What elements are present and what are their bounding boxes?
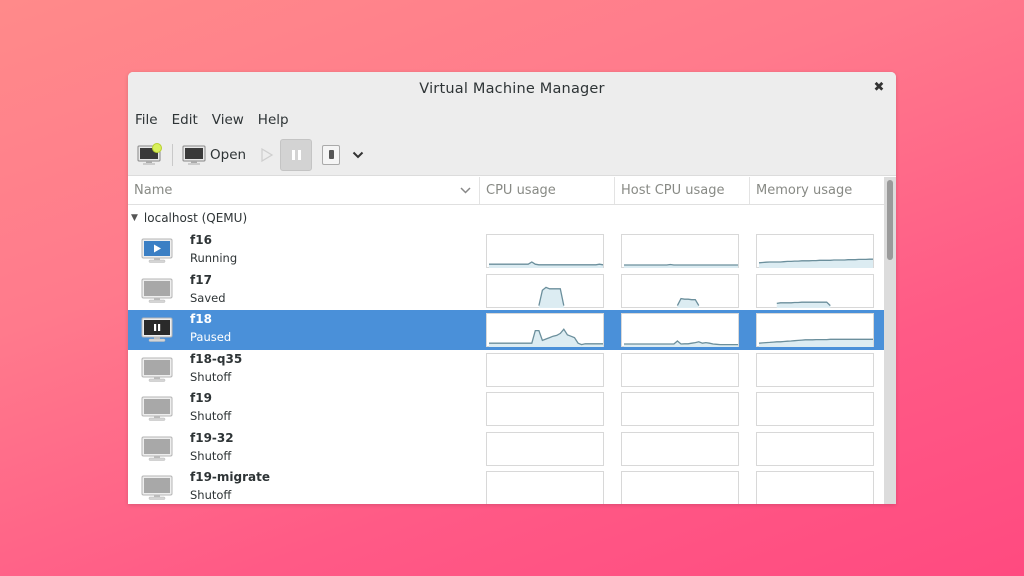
vm-status: Shutoff xyxy=(190,488,232,502)
window-title: Virtual Machine Manager xyxy=(419,81,605,97)
host-cpu-usage-graph xyxy=(621,273,739,308)
vm-row-f18-q35[interactable]: f18-q35 Shutoff xyxy=(128,350,884,390)
memory-usage-graph xyxy=(756,234,874,268)
menu-help[interactable]: Help xyxy=(258,112,289,128)
column-memory-label: Memory usage xyxy=(756,183,853,198)
memory-usage-graph xyxy=(756,273,874,308)
column-header-name[interactable]: Name xyxy=(128,177,479,204)
vm-name: f17 xyxy=(190,272,212,287)
column-header-cpu[interactable]: CPU usage xyxy=(479,177,614,204)
monitor-icon xyxy=(182,145,206,165)
vm-shutoff-monitor-icon xyxy=(141,357,173,383)
cpu-usage-graph xyxy=(486,392,604,426)
shutdown-icon xyxy=(328,150,334,159)
shutdown-button[interactable] xyxy=(322,144,341,165)
vm-status: Shutoff xyxy=(190,448,232,463)
vm-list: Name CPU usage Host CPU usage Memory usa… xyxy=(128,177,896,504)
close-icon[interactable]: ✖ xyxy=(872,81,886,95)
scrollbar-thumb[interactable] xyxy=(887,180,893,260)
cpu-usage-graph xyxy=(486,471,604,504)
connection-row[interactable]: ▼ localhost (QEMU) xyxy=(128,205,884,231)
chevron-down-icon xyxy=(352,151,364,158)
host-cpu-usage-graph xyxy=(621,392,739,426)
sort-chevron-icon[interactable] xyxy=(460,177,471,204)
open-button[interactable]: Open xyxy=(182,144,246,166)
graph-line xyxy=(624,340,738,346)
pause-button[interactable] xyxy=(280,138,313,171)
list-header: Name CPU usage Host CPU usage Memory usa… xyxy=(128,177,884,205)
new-vm-button[interactable] xyxy=(137,142,163,167)
vm-name: f19 xyxy=(190,391,212,405)
host-cpu-usage-graph xyxy=(621,431,739,466)
vm-status: Saved xyxy=(190,290,226,305)
titlebar: Virtual Machine Manager ✖ xyxy=(128,72,896,106)
vm-status: Paused xyxy=(190,330,232,344)
menu-edit[interactable]: Edit xyxy=(172,112,198,128)
graph-area xyxy=(759,339,873,347)
host-cpu-usage-graph xyxy=(621,471,739,504)
vm-row-f19-migrate[interactable]: f19-migrate Shutoff xyxy=(128,468,884,504)
cpu-usage-graph xyxy=(486,234,604,268)
memory-usage-graph xyxy=(756,313,874,347)
cpu-usage-graph xyxy=(486,273,604,308)
new-vm-icon xyxy=(137,142,162,165)
vm-name: f16 xyxy=(190,233,212,247)
memory-usage-graph xyxy=(756,392,874,426)
menu-view[interactable]: View xyxy=(212,112,244,128)
connection-label: localhost (QEMU) xyxy=(143,211,248,225)
vm-paused-monitor-icon xyxy=(141,317,173,343)
graph-line xyxy=(489,261,604,266)
scrollbar[interactable] xyxy=(884,177,896,504)
toolbar-separator xyxy=(172,143,173,166)
host-cpu-usage-graph xyxy=(621,352,739,387)
graph-line xyxy=(624,263,738,266)
vm-status: Running xyxy=(190,251,238,265)
menu-file[interactable]: File xyxy=(135,112,158,128)
vm-name: f19-32 xyxy=(190,430,234,445)
host-cpu-usage-graph xyxy=(621,313,739,347)
toolbar: Open xyxy=(128,134,896,176)
vm-row-f16[interactable]: f16 Running xyxy=(128,231,884,271)
shutdown-menu-button[interactable] xyxy=(352,151,364,159)
column-host-cpu-label: Host CPU usage xyxy=(621,183,725,198)
play-icon xyxy=(261,147,274,162)
run-button[interactable] xyxy=(260,147,274,163)
vm-status: Shutoff xyxy=(190,369,232,384)
open-label: Open xyxy=(210,146,247,163)
vm-shutoff-monitor-icon xyxy=(141,436,173,462)
vm-status: Shutoff xyxy=(190,409,232,423)
vm-row-f18[interactable]: f18 Paused xyxy=(128,310,884,350)
vm-row-f17[interactable]: f17 Saved xyxy=(128,271,884,311)
vmm-window: Virtual Machine Manager ✖ File Edit View… xyxy=(128,72,896,504)
vm-name: f18 xyxy=(190,312,212,326)
column-header-host-cpu[interactable]: Host CPU usage xyxy=(614,177,749,204)
cpu-usage-graph xyxy=(486,352,604,387)
cpu-usage-graph xyxy=(486,313,604,347)
pause-icon-bar xyxy=(297,149,301,160)
column-header-memory[interactable]: Memory usage xyxy=(749,177,884,204)
vm-saved-monitor-icon xyxy=(141,278,173,304)
column-name-label: Name xyxy=(134,183,173,198)
menubar: File Edit View Help xyxy=(128,106,896,134)
vm-name: f19-migrate xyxy=(190,470,270,484)
pause-icon xyxy=(291,149,295,160)
vm-name: f18-q35 xyxy=(190,351,243,366)
vm-running-monitor-icon xyxy=(141,238,173,264)
expander-triangle-icon[interactable]: ▼ xyxy=(131,213,138,223)
vm-row-f19[interactable]: f19 Shutoff xyxy=(128,389,884,429)
memory-usage-graph xyxy=(756,471,874,504)
cpu-usage-graph xyxy=(486,431,604,466)
vm-row-f19-32[interactable]: f19-32 Shutoff xyxy=(128,429,884,469)
column-cpu-label: CPU usage xyxy=(486,183,556,198)
memory-usage-graph xyxy=(756,352,874,387)
memory-usage-graph xyxy=(756,431,874,466)
vm-shutoff-monitor-icon xyxy=(141,475,173,501)
vm-shutoff-monitor-icon xyxy=(141,396,173,422)
host-cpu-usage-graph xyxy=(621,234,739,268)
